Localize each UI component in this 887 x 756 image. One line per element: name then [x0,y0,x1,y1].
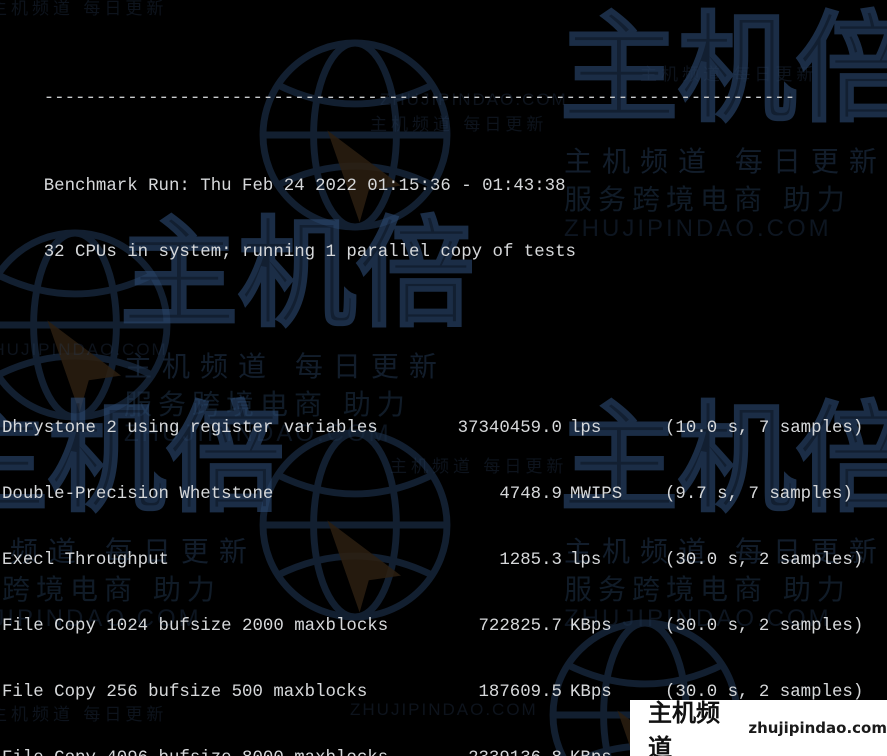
separator-text: ----------------------------------------… [43,89,796,108]
result-timing: (30.0 s, 2 samples) [665,551,864,570]
benchmark-run-text: Benchmark Run: Thu Feb 24 2022 01:15:36 … [43,177,566,196]
benchmark-run-line: Benchmark Run: Thu Feb 24 2022 01:15:36 … [2,154,887,196]
result-timing: (10.0 s, 7 samples) [665,419,864,438]
result-timing: (9.7 s, 7 samples) [665,485,853,504]
result-value: 4748.9 [499,485,562,504]
result-unit: KBps [570,748,612,756]
result-row: Execl Throughput 1285.3 lps (30.0 s, 2 s… [2,550,887,572]
result-value: 722825.7 [478,617,563,636]
terminal-output[interactable]: ----------------------------------------… [0,0,887,756]
separator-line-top: ----------------------------------------… [2,66,887,108]
result-unit: lps [570,419,602,438]
brand-badge: 主机频道 zhujipindao.com [630,699,887,756]
result-unit: KBps [570,617,612,636]
brand-name-cn: 主机频道 [648,699,720,756]
cpu-info-text: 32 CPUs in system; running 1 parallel co… [43,243,576,262]
result-unit: lps [570,551,602,570]
result-row: Dhrystone 2 using register variables 373… [2,418,887,440]
result-unit: KBps [570,683,612,702]
result-value: 1285.3 [499,551,562,570]
result-timing: (30.0 s, 2 samples) [665,617,864,636]
result-unit: MWIPS [570,485,623,504]
result-row: File Copy 1024 bufsize 2000 maxblocks 72… [2,616,887,638]
brand-url-text: zhujipindao.com [748,719,887,737]
result-row: Double-Precision Whetstone 4748.9 MWIPS … [2,484,887,506]
cpu-info-line: 32 CPUs in system; running 1 parallel co… [2,220,887,262]
result-value: 37340459.0 [457,419,562,438]
result-value: 2339136.8 [2,748,562,756]
result-value: 187609.5 [478,683,563,702]
